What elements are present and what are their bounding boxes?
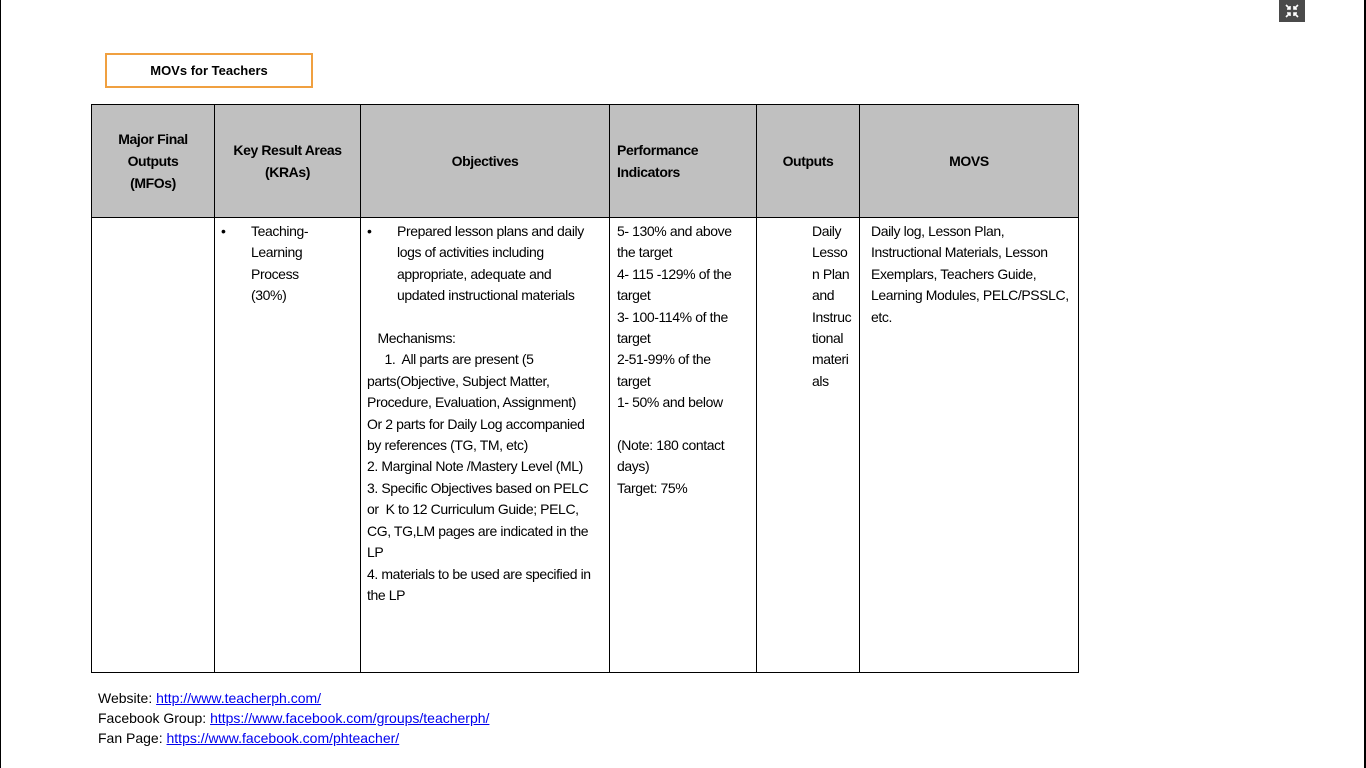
text-line: 4. materials to be used are specified in [367,565,591,582]
text-line: or K to 12 Curriculum Guide; PELC, [367,501,579,518]
mechanisms-text: Mechanisms: 1. All parts are present (5 p… [367,307,609,607]
text-line: parts(Objective, Subject Matter, [367,372,550,389]
text-line: 3. Specific Objectives based on PELC [367,479,589,496]
header-outputs: Outputs [756,104,860,218]
facebook-group-label: Facebook Group: [98,710,211,726]
text-line: CG, TG,LM pages are indicated in the [367,522,589,539]
fan-page-link[interactable]: https://www.facebook.com/phteacher/ [167,730,400,746]
text-line: Daily [812,223,842,239]
text-line: Instruc [812,308,852,325]
text-line: by references (TG, TM, etc) [367,437,528,454]
text-line: Prepared lesson plans and daily [397,223,584,239]
text-line: als [812,372,829,389]
movs-table: Major Final Outputs (MFOs) Key Result Area… [91,104,1079,673]
text-line: 2. Marginal Note /Mastery Level (ML) [367,458,583,475]
text-line: Process [251,265,299,282]
text-line: (KRAs) [264,164,311,180]
kra-text: Teaching- Learning Process (30%) [235,221,309,307]
footer: Website: http://www.teacherph.com/ Faceb… [98,688,489,748]
cell-mfo [91,217,215,673]
text-line: 4- 115 -129% of the [617,265,732,282]
text-line: and [812,287,835,304]
text-line: 3- 100-114% of the [617,308,728,325]
text-line: Teaching- [251,223,309,239]
text-line: target [617,330,651,347]
website-label: Website: [98,690,157,706]
text-line: target [617,372,651,389]
bullet-icon: • [221,223,226,239]
exit-fullscreen-icon [1285,4,1299,18]
text-line: updated instructional materials [397,287,575,304]
text-line: target [617,287,651,304]
text-line: Procedure, Evaluation, Assignment) [367,394,576,411]
table-header-row: Major Final Outputs (MFOs) Key Result Area… [91,104,1079,218]
text-line: logs of activities including [397,244,544,261]
fan-page-label: Fan Page: [98,730,167,746]
bullet-icon: • [367,223,372,239]
cell-kra: • Teaching- Learning Process (30%) [214,217,361,673]
text-line: Exemplars, Teachers Guide, [871,265,1037,282]
text-line: Learning Modules, PELC/PSSLC, [871,287,1069,304]
text-line: Learning [251,244,303,261]
header-indicators: Performance Indicators [609,104,757,218]
text-line: Target: 75% [617,479,688,496]
text-line: 1. All parts are present (5 [367,351,534,368]
text-line: tional [812,330,844,347]
cell-movs: Daily log, Lesson Plan, Instructional Mat… [859,217,1079,673]
text-line: Outputs [127,153,179,169]
header-objectives: Objectives [360,104,610,218]
text-line: (MFOs) [130,175,176,191]
document-title: MOVs for Teachers [105,53,313,88]
page-edge-left [0,0,1,768]
text-line: 5- 130% and above [617,223,732,239]
text-line: 1- 50% and below [617,394,723,411]
text-line: Lesso [812,244,848,261]
text-line: appropriate, adequate and [397,265,552,282]
text-line: 2-51-99% of the [617,351,711,368]
text-line [367,307,609,328]
text-line: Instructional Materials, Lesson [871,244,1048,261]
header-movs: MOVS [859,104,1079,218]
text-line: Mechanisms: [367,330,456,347]
text-line: the LP [367,586,406,603]
text-line: n Plan [812,265,850,282]
text-line: Key Result Areas [233,142,342,158]
cell-indicators: 5- 130% and above the target 4- 115 -129% … [609,217,757,673]
header-kra: Key Result Areas (KRAs) [214,104,361,218]
facebook-group-link[interactable]: https://www.facebook.com/groups/teacherp… [210,710,489,726]
cell-objectives: • Prepared lesson plans and daily logs of… [360,217,610,673]
objective-text: Prepared lesson plans and daily logs of a… [381,221,584,307]
text-line: LP [367,544,384,561]
text-line: Indicators [617,164,680,180]
text-line: Performance [617,142,699,158]
exit-fullscreen-button[interactable] [1279,0,1305,22]
text-line: Or 2 parts for Daily Log accompanied [367,415,585,432]
table-row: • Teaching- Learning Process (30%) • Prepar… [91,217,1079,673]
text-line: (Note: 180 contact [617,437,725,454]
text-line: Major Final [118,131,188,147]
text-line: days) [617,458,650,475]
header-mfo: Major Final Outputs (MFOs) [91,104,215,218]
text-line: etc. [871,308,892,325]
cell-outputs: Daily Lesso n Plan and Instruc tional materi al… [756,217,860,673]
text-line: (30%) [251,287,287,304]
text-line: Daily log, Lesson Plan, [871,223,1005,239]
website-link[interactable]: http://www.teacherph.com/ [156,690,321,706]
text-line: materi [812,351,849,368]
text-line: the target [617,244,673,261]
text-line [617,414,756,435]
